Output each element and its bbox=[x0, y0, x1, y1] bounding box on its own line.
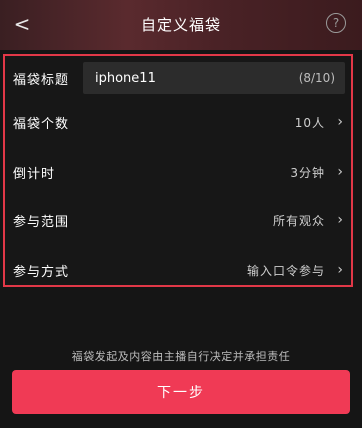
custom-lucky-bag-screen: < 自定义福袋 ? 福袋标题 iphone11 (8/10) 福袋个数 10人 … bbox=[0, 0, 362, 428]
chevron-right-icon: › bbox=[337, 262, 343, 278]
row-label: 福袋个数 bbox=[13, 116, 70, 132]
row-label: 参与方式 bbox=[13, 264, 70, 280]
help-icon: ? bbox=[332, 16, 340, 30]
title-row: 福袋标题 iphone11 (8/10) bbox=[5, 56, 351, 100]
row-label: 倒计时 bbox=[13, 166, 56, 182]
help-button[interactable]: ? bbox=[326, 13, 346, 33]
chevron-right-icon: › bbox=[337, 164, 343, 180]
disclaimer-note: 福袋发起及内容由主播自行决定并承担责任 bbox=[71, 350, 291, 363]
row-participation-method[interactable]: 参与方式 输入口令参与 › bbox=[5, 248, 351, 292]
row-value: 3分钟 bbox=[290, 165, 325, 180]
title-char-counter: (8/10) bbox=[298, 71, 335, 85]
row-bag-count[interactable]: 福袋个数 10人 › bbox=[5, 100, 351, 144]
title-input-value: iphone11 bbox=[95, 70, 156, 86]
chevron-right-icon: › bbox=[337, 212, 343, 228]
chevron-right-icon: › bbox=[337, 114, 343, 130]
row-countdown[interactable]: 倒计时 3分钟 › bbox=[5, 150, 351, 194]
next-step-button[interactable]: 下一步 bbox=[12, 370, 350, 414]
row-value: 所有观众 bbox=[272, 213, 325, 228]
settings-panel: 福袋标题 iphone11 (8/10) 福袋个数 10人 › 倒计时 3分钟 … bbox=[3, 54, 353, 287]
header-bar: < 自定义福袋 ? bbox=[0, 0, 362, 50]
title-row-label: 福袋标题 bbox=[13, 72, 70, 88]
page-title: 自定义福袋 bbox=[140, 16, 221, 34]
row-participation-scope[interactable]: 参与范围 所有观众 › bbox=[5, 198, 351, 242]
title-input[interactable]: iphone11 (8/10) bbox=[83, 62, 345, 94]
row-value: 输入口令参与 bbox=[246, 263, 325, 278]
row-label: 参与范围 bbox=[13, 214, 70, 230]
row-value: 10人 bbox=[294, 115, 325, 130]
